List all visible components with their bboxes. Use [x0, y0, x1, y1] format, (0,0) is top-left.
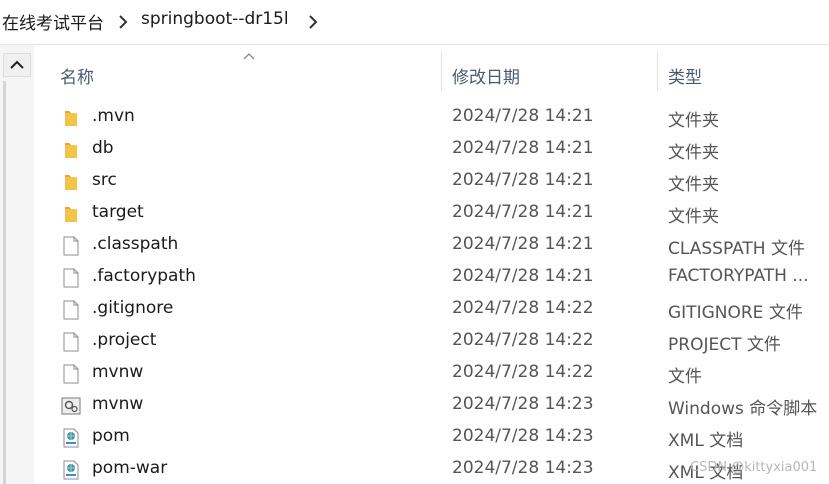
file-explorer-window: 在线考试平台 springboot--dr15l 名称 修改日期 类型 .mvn… [0, 0, 829, 484]
file-modified: 2024/7/28 14:22 [452, 362, 594, 382]
file-modified: 2024/7/28 14:21 [452, 202, 594, 222]
file-type: 文件夹 [668, 175, 719, 195]
watermark: CSDN @kittyxia001 [690, 460, 818, 475]
breadcrumb: 在线考试平台 springboot--dr15l [0, 0, 829, 45]
file-row[interactable]: mvnw 2024/7/28 14:22 文件 [34, 357, 829, 389]
file-row[interactable]: pom 2024/7/28 14:23 XML 文档 [34, 421, 829, 453]
folder-icon [65, 207, 77, 222]
column-header-row: 名称 修改日期 类型 [34, 45, 829, 101]
xml-icon [63, 428, 79, 448]
file-type: XML 文档 [668, 431, 744, 451]
file-modified: 2024/7/28 14:21 [452, 266, 594, 286]
file-modified: 2024/7/28 14:23 [452, 458, 594, 478]
file-modified: 2024/7/28 14:22 [452, 330, 594, 350]
file-row[interactable]: .gitignore 2024/7/28 14:22 GITIGNORE 文件 [34, 293, 829, 325]
file-name: pom [92, 426, 130, 446]
file-icon [63, 332, 79, 352]
folder-icon [65, 175, 77, 190]
file-row[interactable]: .classpath 2024/7/28 14:21 CLASSPATH 文件 [34, 229, 829, 261]
xml-icon [63, 460, 79, 480]
file-type: 文件夹 [668, 207, 719, 227]
sort-ascending-icon [243, 53, 255, 60]
file-row[interactable]: src 2024/7/28 14:21 文件夹 [34, 165, 829, 197]
file-name: .project [92, 330, 157, 350]
file-type: 文件 [668, 367, 702, 387]
column-divider[interactable] [441, 51, 442, 91]
file-modified: 2024/7/28 14:23 [452, 394, 594, 414]
file-name: db [92, 138, 114, 158]
file-name: .factorypath [92, 266, 196, 286]
file-name: .mvn [92, 106, 135, 126]
file-row[interactable]: db 2024/7/28 14:21 文件夹 [34, 133, 829, 165]
file-icon [63, 236, 79, 256]
file-icon [63, 300, 79, 320]
file-row[interactable]: .factorypath 2024/7/28 14:21 FACTORYPATH… [34, 261, 829, 293]
file-icon [63, 268, 79, 288]
file-name: src [92, 170, 117, 190]
column-header-type[interactable]: 类型 [668, 63, 702, 88]
file-modified: 2024/7/28 14:21 [452, 170, 594, 190]
scroll-thumb[interactable] [3, 81, 6, 484]
file-icon [63, 364, 79, 384]
chevron-right-icon[interactable] [116, 13, 130, 31]
column-header-name[interactable]: 名称 [60, 63, 94, 88]
scroll-up-button[interactable] [3, 53, 31, 77]
file-type: CLASSPATH 文件 [668, 239, 805, 259]
file-name: mvnw [92, 362, 144, 382]
file-name: mvnw [92, 394, 144, 414]
file-modified: 2024/7/28 14:21 [452, 106, 594, 126]
script-icon [61, 397, 81, 415]
file-type: 文件夹 [668, 111, 719, 131]
file-name: .gitignore [92, 298, 174, 318]
column-header-modified[interactable]: 修改日期 [452, 63, 520, 88]
file-name: target [92, 202, 144, 222]
file-name: pom-war [92, 458, 168, 478]
file-type: 文件夹 [668, 143, 719, 163]
file-name: .classpath [92, 234, 179, 254]
file-modified: 2024/7/28 14:21 [452, 138, 594, 158]
breadcrumb-item-project[interactable]: springboot--dr15l [141, 9, 289, 29]
file-row[interactable]: mvnw 2024/7/28 14:23 Windows 命令脚本 [34, 389, 829, 421]
file-modified: 2024/7/28 14:23 [452, 426, 594, 446]
breadcrumb-item-exam-platform[interactable]: 在线考试平台 [2, 9, 104, 34]
chevron-up-icon [10, 60, 24, 69]
file-type: Windows 命令脚本 [668, 399, 818, 419]
file-row[interactable]: .mvn 2024/7/28 14:21 文件夹 [34, 101, 829, 133]
file-type: GITIGNORE 文件 [668, 303, 803, 323]
chevron-right-icon[interactable] [306, 13, 320, 31]
file-type: FACTORYPATH ... [668, 266, 809, 286]
file-row[interactable]: target 2024/7/28 14:21 文件夹 [34, 197, 829, 229]
folder-icon [65, 143, 77, 158]
file-type: PROJECT 文件 [668, 335, 781, 355]
file-row[interactable]: .project 2024/7/28 14:22 PROJECT 文件 [34, 325, 829, 357]
folder-icon [65, 111, 77, 126]
vertical-scrollbar[interactable] [0, 45, 34, 484]
column-divider[interactable] [657, 51, 658, 91]
file-modified: 2024/7/28 14:22 [452, 298, 594, 318]
file-modified: 2024/7/28 14:21 [452, 234, 594, 254]
